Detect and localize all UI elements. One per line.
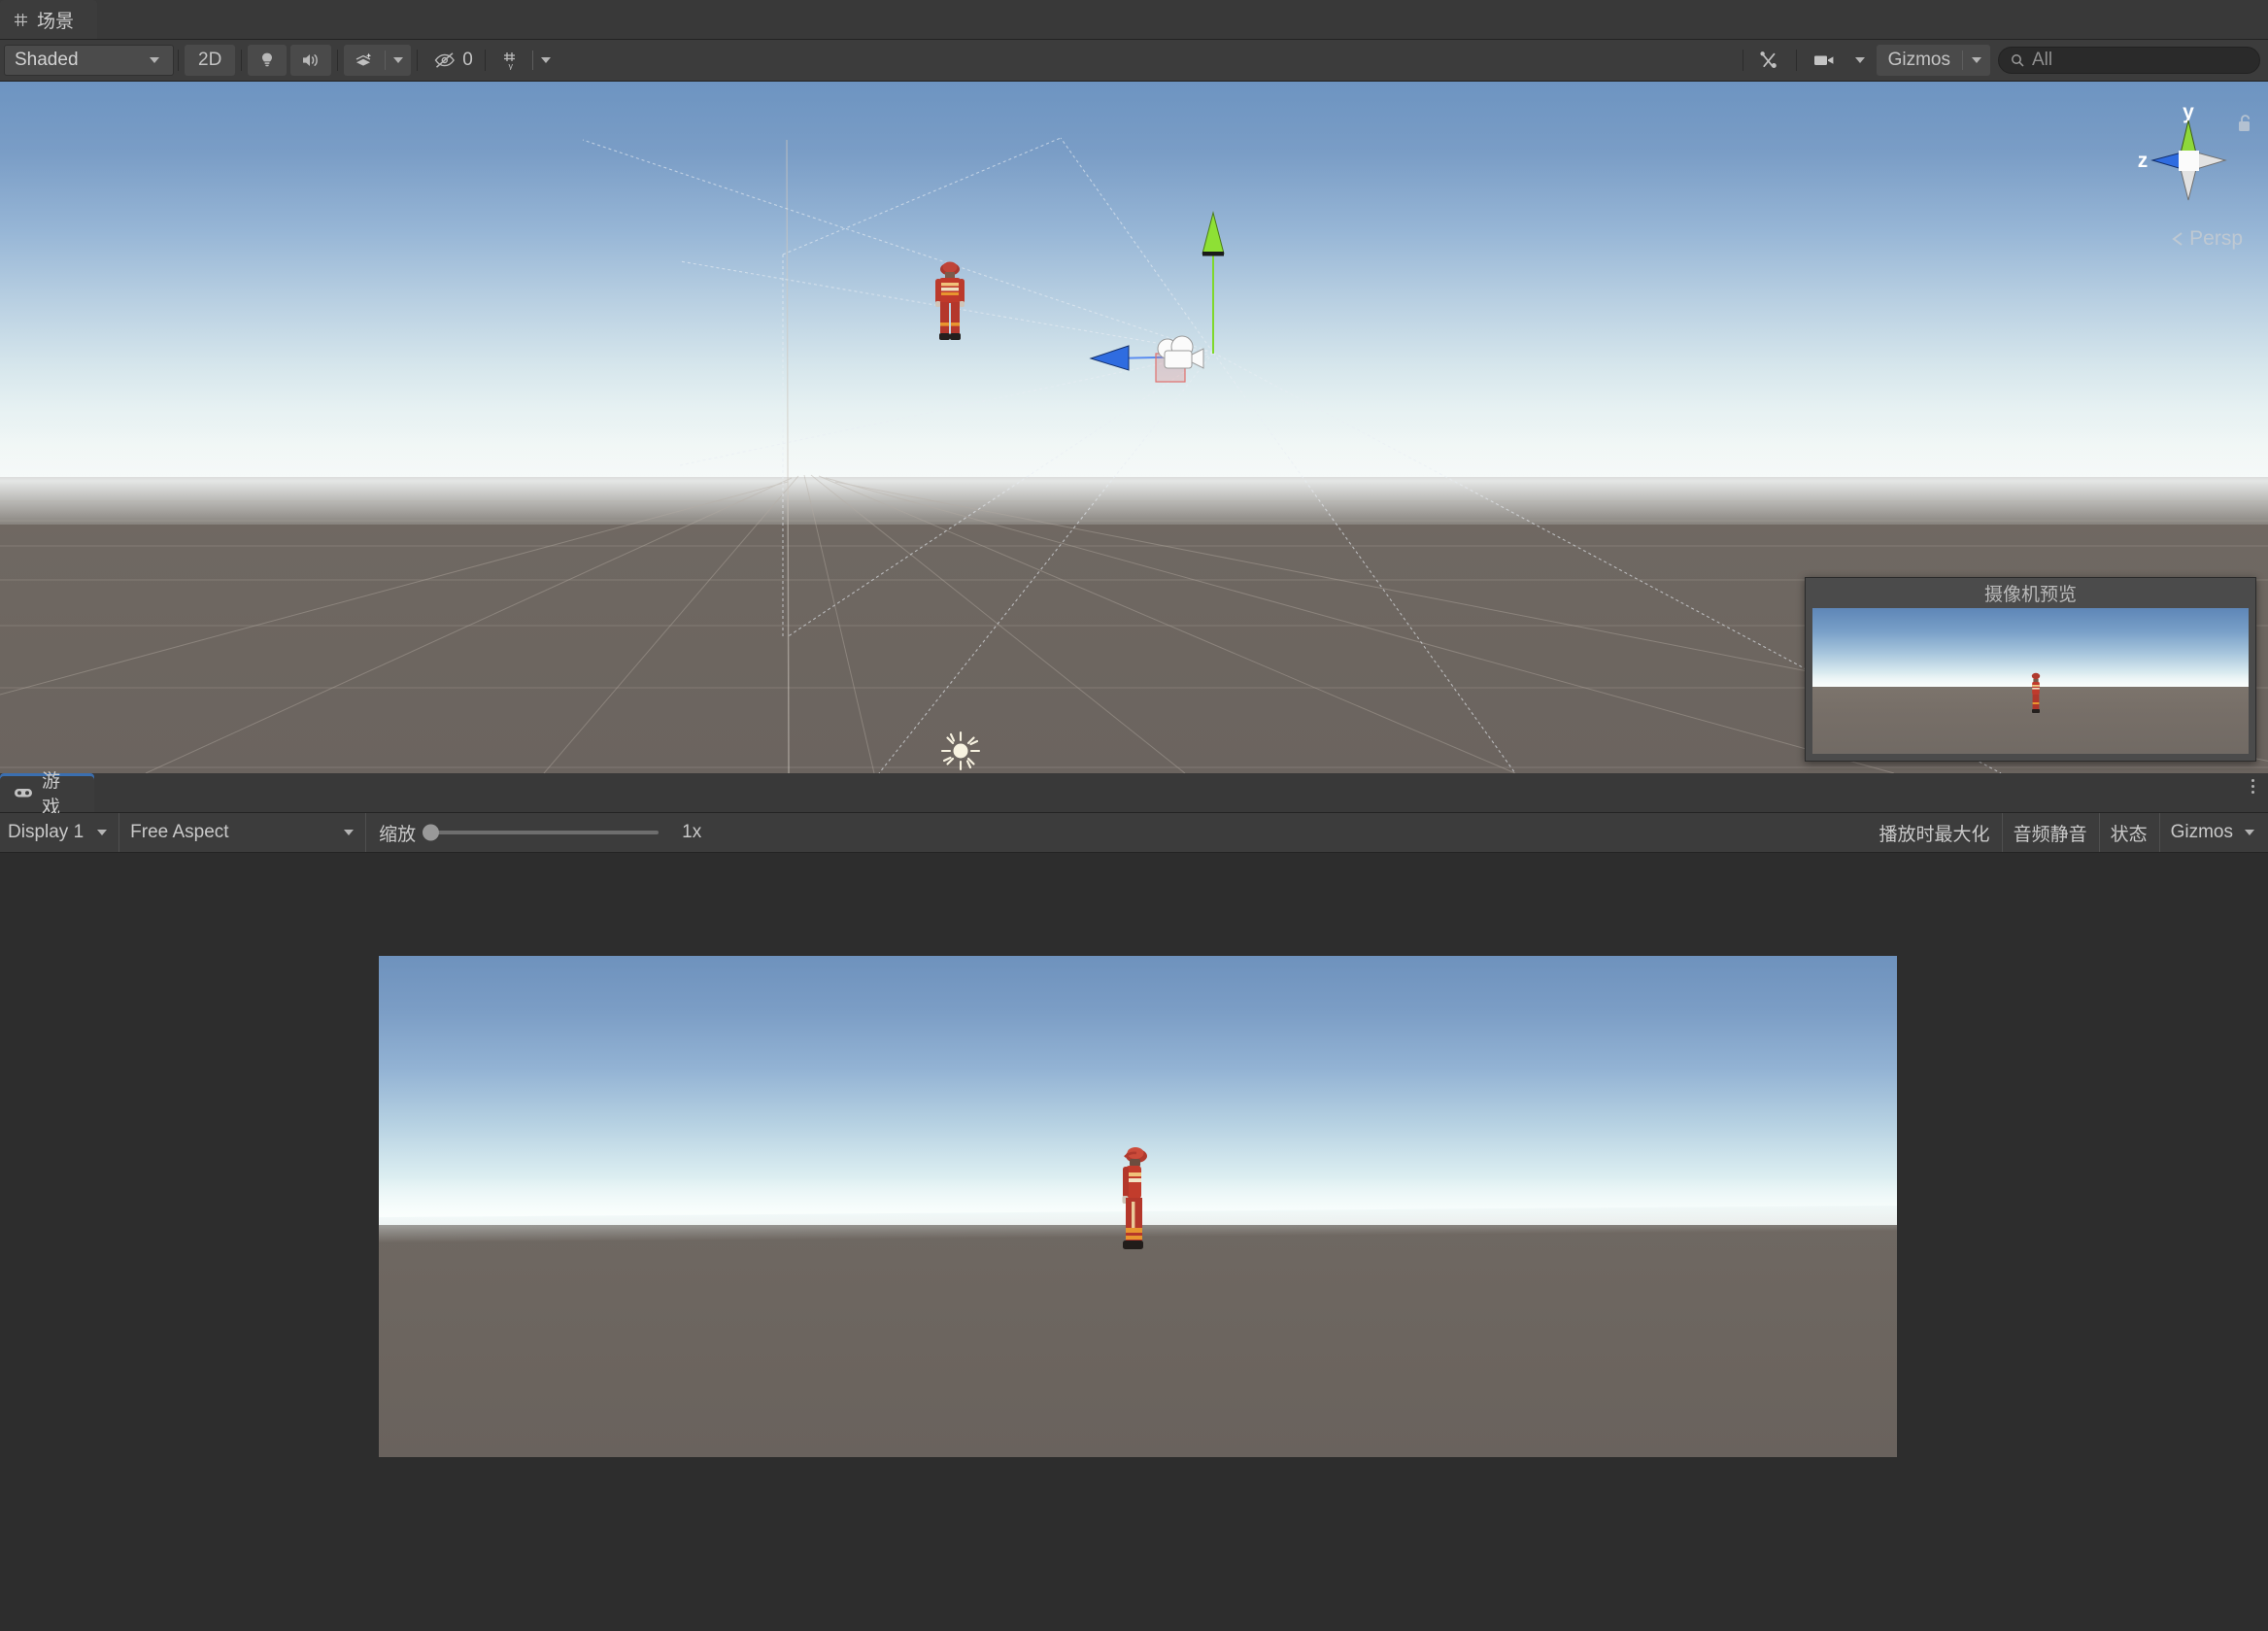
scene-viewport[interactable]: y z Persp 摄像机预览 (0, 82, 2268, 773)
display-label: Display 1 (8, 822, 85, 842)
scene-grid-icon (14, 13, 28, 27)
mode-2d-label: 2D (198, 50, 222, 70)
effects-toggle-group[interactable] (344, 45, 412, 76)
scale-slider[interactable] (423, 824, 660, 841)
svg-text:y: y (508, 61, 513, 70)
tools-icon (1749, 45, 1790, 76)
tab-scene-label: 场景 (37, 11, 75, 32)
video-camera-icon[interactable] (1803, 45, 1847, 76)
scene-toolbar: Shaded 2D 0 y Gizmos All (0, 40, 2268, 82)
firefighter-character-game (1122, 1147, 1147, 1249)
scene-search-input[interactable]: All (1998, 47, 2260, 74)
gizmos-toggle-group[interactable]: Gizmos (1876, 45, 1990, 76)
lightbulb-icon (248, 45, 287, 76)
display-dropdown[interactable]: Display 1 (0, 813, 118, 852)
scene-search-value: All (2032, 50, 2053, 70)
draw-mode-label: Shaded (15, 50, 79, 70)
chevron-down-icon (344, 830, 355, 835)
scale-value: 1x (682, 822, 702, 842)
lighting-toggle[interactable] (248, 45, 288, 76)
effects-dropdown[interactable] (386, 45, 411, 76)
chevron-down-icon (97, 830, 108, 835)
tab-game-label: 游戏 (42, 771, 61, 818)
camera-preview-panel: 摄像机预览 (1805, 577, 2256, 762)
mode-2d-toggle[interactable]: 2D (185, 45, 236, 76)
firefighter-character-preview (2031, 672, 2041, 713)
camera-settings-dropdown[interactable] (1847, 45, 1873, 76)
camera-preview-title: 摄像机预览 (1983, 585, 2077, 605)
scene-tabstrip: 场景 (0, 0, 2268, 40)
scale-slider-knob[interactable] (423, 824, 440, 841)
game-toolbar: Display 1 Free Aspect 缩放 1x 播放时最大化 音频静音 … (0, 813, 2268, 853)
kebab-menu-icon[interactable] (2251, 779, 2254, 794)
gamepad-icon (14, 786, 33, 799)
grid-axis-icon[interactable]: y (491, 45, 532, 76)
camera-settings-group[interactable] (1802, 45, 1873, 76)
audio-toggle[interactable] (290, 45, 332, 76)
tab-scene[interactable]: 场景 (0, 0, 97, 39)
scene-panel: 场景 Shaded 2D 0 y Gizmos All y z Persp 摄像… (0, 0, 2268, 773)
game-tabstrip: 游戏 (0, 771, 2268, 818)
aspect-dropdown[interactable]: Free Aspect (118, 813, 365, 852)
firefighter-character-scene[interactable] (927, 258, 973, 348)
tool-settings-button[interactable] (1748, 45, 1790, 76)
stats-toggle[interactable]: 状态 (2099, 813, 2159, 852)
camera-gizmo-selected[interactable] (1073, 203, 1287, 388)
grid-toggle-group[interactable]: y (491, 45, 559, 76)
eye-off-icon (433, 51, 457, 69)
tab-game[interactable]: 游戏 (0, 771, 94, 818)
mute-audio-toggle[interactable]: 音频静音 (2002, 813, 2099, 852)
draw-mode-dropdown[interactable]: Shaded (4, 45, 174, 76)
scene-projection-indicator[interactable]: Persp (2171, 227, 2243, 251)
unity-editor-window: 场景 Shaded 2D 0 y Gizmos All y z Persp 摄像… (0, 0, 2268, 1631)
sun-icon[interactable] (938, 729, 983, 773)
chevron-down-icon (540, 57, 551, 63)
scale-slider-group[interactable]: 缩放 1x (365, 813, 713, 852)
chevron-down-icon (1972, 57, 1981, 63)
scene-projection-label: Persp (2189, 227, 2243, 250)
camera-preview-render (1812, 608, 2249, 754)
chevron-down-icon (393, 57, 404, 63)
chevron-down-icon (150, 57, 159, 63)
left-chevron-icon (2171, 231, 2184, 247)
gizmos-dropdown[interactable] (1963, 45, 1990, 76)
game-render-surface (379, 956, 1897, 1457)
search-icon (2011, 53, 2024, 67)
gizmos-label: Gizmos (1887, 50, 1950, 70)
grid-dropdown[interactable] (533, 45, 559, 76)
speaker-icon (290, 45, 331, 76)
aspect-label: Free Aspect (130, 822, 229, 842)
game-gizmos-dropdown[interactable]: Gizmos (2159, 813, 2268, 852)
game-gizmos-label: Gizmos (2170, 822, 2233, 842)
unlocked-padlock-icon[interactable] (2236, 113, 2254, 134)
scale-label: 缩放 (379, 824, 417, 845)
maximize-on-play-toggle[interactable]: 播放时最大化 (1868, 813, 2002, 852)
effects-icon[interactable] (344, 45, 385, 76)
hidden-objects-toggle[interactable]: 0 (423, 45, 479, 76)
chevron-down-icon (2245, 830, 2254, 835)
chevron-down-icon (1854, 57, 1865, 63)
hidden-objects-count: 0 (462, 50, 473, 70)
